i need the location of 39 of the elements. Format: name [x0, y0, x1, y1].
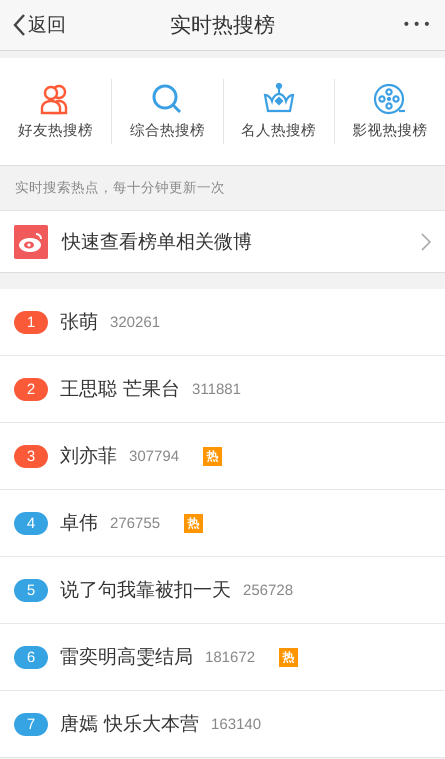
rank-badge: 3 [14, 444, 48, 468]
category-tab[interactable]: 名人热搜榜 [222, 79, 334, 144]
crown-icon [260, 83, 297, 115]
rank-badge: 1 [14, 310, 48, 334]
rank-badge: 7 [14, 712, 48, 736]
topic-title[interactable]: 唐嫣 快乐大本营 [60, 711, 200, 737]
weibo-logo-icon [14, 224, 48, 258]
topic-title[interactable]: 刘亦菲 [60, 443, 117, 469]
topic-title[interactable]: 张萌 [60, 309, 98, 335]
page-title: 实时热搜榜 [170, 12, 275, 39]
category-tab[interactable]: 好友热搜榜 [0, 79, 112, 144]
rank-badge: 5 [14, 578, 48, 602]
search-count: 307794 [129, 448, 180, 464]
chevron-left-icon [12, 13, 26, 37]
topic-title[interactable]: 卓伟 [60, 510, 98, 536]
search-count: 276755 [110, 514, 160, 532]
search-count: 256728 [243, 582, 294, 598]
hot-tag: 热 [203, 446, 222, 466]
quick-link[interactable]: 快速查看榜单相关微博 [0, 210, 445, 273]
search-count: 163140 [211, 716, 262, 732]
chevron-right-icon [421, 232, 431, 250]
search-count: 320261 [110, 314, 160, 330]
update-note: 实时搜索热点，每十分钟更新一次 [14, 179, 226, 198]
hot-tag: 热 [279, 648, 298, 666]
film-reel-icon [372, 83, 407, 115]
topic-title[interactable]: 说了句我靠被扣一天 [60, 577, 231, 603]
rank-badge: 2 [14, 378, 48, 400]
back-button[interactable]: 返回 [12, 12, 66, 38]
topic-title[interactable]: 王思聪 芒果台 [60, 376, 180, 402]
search-icon [151, 83, 184, 115]
topic-title[interactable]: 雷奕明高雯结局 [60, 644, 193, 670]
category-tab[interactable]: 综合热搜榜 [111, 79, 222, 144]
search-count: 311881 [192, 380, 241, 398]
rank-badge: 6 [14, 646, 48, 668]
rank-badge: 4 [14, 512, 48, 534]
more-button[interactable]: ••• [402, 17, 433, 33]
search-count: 181672 [205, 648, 256, 666]
category-tab[interactable]: 影视热搜榜 [334, 79, 445, 144]
hot-tag: 热 [184, 514, 204, 532]
